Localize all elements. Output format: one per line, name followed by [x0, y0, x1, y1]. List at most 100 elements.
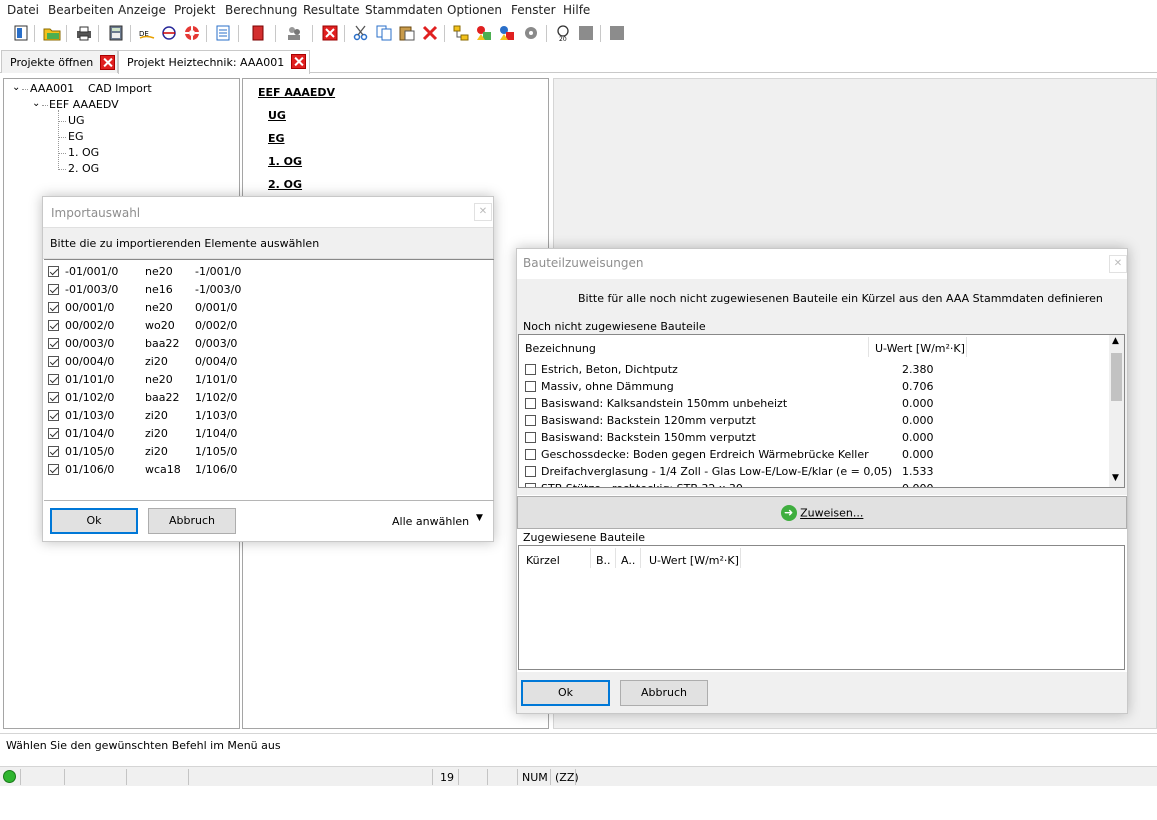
checkbox[interactable] [48, 356, 59, 367]
bauteil-row[interactable]: Basiswand: Backstein 120mm verputzt 0.000 [519, 413, 1107, 429]
scroll-up-icon[interactable]: ▲ [1112, 336, 1119, 346]
floor-link[interactable]: 1. OG [268, 155, 302, 168]
import-row[interactable]: -01/003/0 ne16 -1/003/0 [44, 282, 484, 298]
column-header-b[interactable]: B.. [596, 554, 611, 567]
floor-link[interactable]: EG [268, 132, 285, 145]
import-row[interactable]: 01/103/0 zi20 1/103/0 [44, 408, 484, 424]
bauteil-row[interactable]: Basiswand: Backstein 150mm verputzt 0.000 [519, 430, 1107, 446]
checkbox[interactable] [525, 449, 536, 460]
bauteil-row[interactable]: Massiv, ohne Dämmung 0.706 [519, 379, 1107, 395]
tree-floor[interactable]: EG [68, 130, 83, 143]
cancel-button[interactable]: Abbruch [148, 508, 236, 534]
menu-stammdaten[interactable]: Stammdaten [365, 3, 443, 17]
menu-bearbeiten[interactable]: Bearbeiten [48, 3, 114, 17]
users-icon[interactable] [285, 24, 303, 42]
checkbox[interactable] [48, 338, 59, 349]
gray-box-icon[interactable] [577, 24, 595, 42]
menu-resultate[interactable]: Resultate [303, 3, 360, 17]
menu-fenster[interactable]: Fenster [511, 3, 556, 17]
column-header-code[interactable]: Kürzel [526, 554, 560, 567]
shapes-alt-icon[interactable] [498, 24, 516, 42]
assign-button[interactable]: ➜ Zuweisen... [517, 496, 1127, 529]
cancel-button[interactable]: Abbruch [620, 680, 708, 706]
checkbox[interactable] [48, 410, 59, 421]
menu-hilfe[interactable]: Hilfe [563, 3, 590, 17]
tab-projekte-oeffnen[interactable]: Projekte öffnen [1, 50, 118, 73]
tree-floor[interactable]: 1. OG [68, 146, 99, 159]
checkbox[interactable] [525, 432, 536, 443]
tree-child[interactable]: EEF AAAEDV [49, 98, 119, 111]
shapes-icon[interactable] [475, 24, 493, 42]
globe-icon[interactable] [160, 24, 178, 42]
print-icon[interactable] [75, 24, 93, 42]
menu-optionen[interactable]: Optionen [447, 3, 502, 17]
import-row[interactable]: 01/105/0 zi20 1/105/0 [44, 444, 484, 460]
close-icon[interactable]: ✕ [474, 203, 492, 221]
new-doc-icon[interactable] [12, 24, 30, 42]
import-row[interactable]: 00/001/0 ne20 0/001/0 [44, 300, 484, 316]
column-header-name[interactable]: Bezeichnung [525, 342, 596, 355]
checkbox[interactable] [525, 381, 536, 392]
import-row[interactable]: 00/003/0 baa22 0/003/0 [44, 336, 484, 352]
checkbox[interactable] [48, 464, 59, 475]
gray-box-2-icon[interactable] [608, 24, 626, 42]
column-header-a[interactable]: A.. [621, 554, 635, 567]
floor-link[interactable]: 2. OG [268, 178, 302, 191]
close-tab-icon[interactable] [291, 54, 306, 69]
checkbox[interactable] [48, 320, 59, 331]
cut-icon[interactable] [352, 24, 370, 42]
red-book-icon[interactable] [249, 24, 267, 42]
checkbox[interactable] [48, 428, 59, 439]
tree-structure-icon[interactable] [452, 24, 470, 42]
tree-floor[interactable]: 2. OG [68, 162, 99, 175]
bauteil-row[interactable]: Geschossdecke: Boden gegen Erdreich Wärm… [519, 447, 1107, 463]
bauteil-row[interactable]: Estrich, Beton, Dichtputz 2.380 [519, 362, 1107, 378]
gear-gray-icon[interactable] [522, 24, 540, 42]
checkbox[interactable] [525, 483, 536, 487]
dropdown-arrow-icon[interactable]: ▼ [476, 513, 483, 523]
delete-red-icon[interactable] [321, 24, 339, 42]
checkbox[interactable] [48, 374, 59, 385]
scrollbar-thumb[interactable] [1111, 353, 1122, 401]
chevron-down-icon[interactable]: ⌄ [12, 82, 20, 93]
tree-root-code[interactable]: AAA001 [30, 82, 74, 95]
column-header-u-value[interactable]: U-Wert [W/m²·K] [875, 342, 965, 355]
import-row[interactable]: 00/002/0 wo20 0/002/0 [44, 318, 484, 334]
building-link[interactable]: EEF AAAEDV [258, 86, 335, 99]
checkbox[interactable] [525, 364, 536, 375]
calculator-icon[interactable] [107, 24, 125, 42]
bauteil-row[interactable]: Dreifachverglasung - 1/4 Zoll - Glas Low… [519, 464, 1107, 480]
copy-icon[interactable] [375, 24, 393, 42]
import-row[interactable]: -01/001/0 ne20 -1/001/0 [44, 264, 484, 280]
menu-datei[interactable]: Datei [7, 3, 39, 17]
chevron-down-icon[interactable]: ⌄ [32, 98, 40, 109]
checkbox[interactable] [48, 266, 59, 277]
tab-projekt-heiztechnik[interactable]: Projekt Heiztechnik: AAA001 [118, 50, 310, 74]
menu-berechnung[interactable]: Berechnung [225, 3, 297, 17]
bauteil-row[interactable]: Basiswand: Kalksandstein 150mm unbeheizt… [519, 396, 1107, 412]
open-folder-icon[interactable] [43, 24, 61, 42]
import-row[interactable]: 01/101/0 ne20 1/101/0 [44, 372, 484, 388]
close-tab-icon[interactable] [100, 55, 115, 70]
import-row[interactable]: 01/102/0 baa22 1/102/0 [44, 390, 484, 406]
column-header-u-value[interactable]: U-Wert [W/m²·K] [649, 554, 739, 567]
bauteil-row[interactable]: STB Stütze - rechteckig: STB 32 x 30 0.00… [519, 481, 1107, 487]
import-row[interactable]: 00/004/0 zi20 0/004/0 [44, 354, 484, 370]
checkbox[interactable] [48, 446, 59, 457]
ok-button[interactable]: Ok [50, 508, 138, 534]
checkbox[interactable] [48, 392, 59, 403]
menu-anzeige[interactable]: Anzeige [118, 3, 166, 17]
menu-projekt[interactable]: Projekt [174, 3, 215, 17]
tree-floor[interactable]: UG [68, 114, 85, 127]
floor-link[interactable]: UG [268, 109, 286, 122]
import-row[interactable]: 01/106/0 wca18 1/106/0 [44, 462, 484, 478]
scrollbar[interactable]: ▲ ▼ [1109, 335, 1124, 487]
checkbox[interactable] [525, 415, 536, 426]
degree-icon[interactable]: 20 [554, 24, 572, 42]
checkbox[interactable] [48, 284, 59, 295]
checkbox[interactable] [48, 302, 59, 313]
select-all-button[interactable]: Alle anwählen [392, 515, 469, 528]
lifebuoy-icon[interactable] [183, 24, 201, 42]
checklist-icon[interactable] [214, 24, 232, 42]
close-icon[interactable]: ✕ [1109, 255, 1127, 273]
